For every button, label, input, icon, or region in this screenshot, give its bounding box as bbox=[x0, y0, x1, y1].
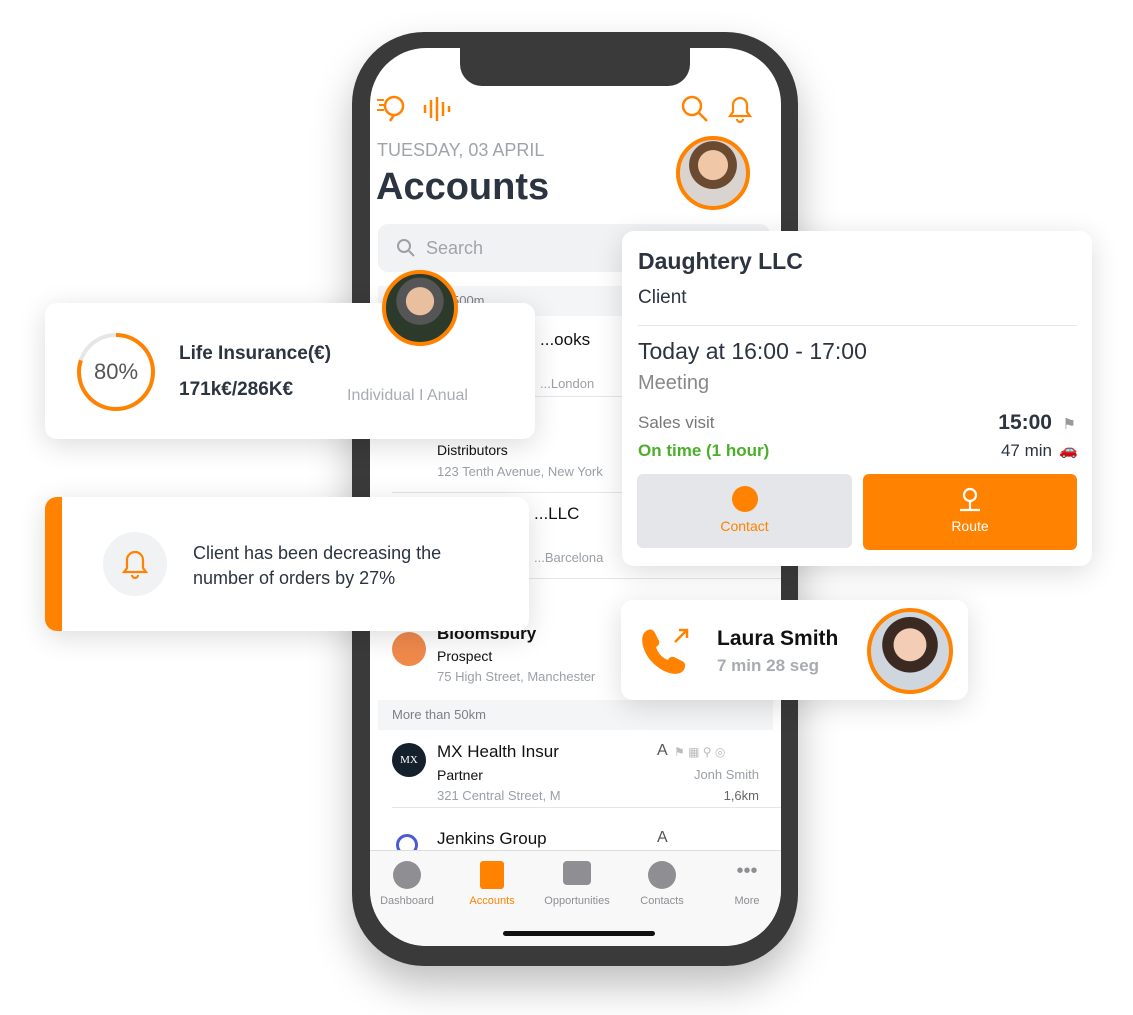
company-type: Client bbox=[638, 287, 687, 308]
tab-more[interactable]: ••• More bbox=[706, 861, 781, 907]
insurance-card[interactable]: 80% Life Insurance(€) 171k€/286K€ Indivi… bbox=[45, 303, 535, 439]
meeting-time: Today at 16:00 - 17:00 bbox=[638, 338, 867, 364]
caller-avatar bbox=[867, 608, 953, 694]
alert-text: Client has been decreasing the number of… bbox=[193, 543, 442, 588]
user-icon bbox=[731, 486, 758, 512]
home-indicator bbox=[503, 931, 655, 936]
route-button[interactable]: Route bbox=[863, 474, 1077, 550]
search-icon bbox=[397, 239, 415, 257]
accent-bar bbox=[45, 497, 62, 631]
account-type: Prospect bbox=[437, 648, 493, 664]
car-icon: 🚗 bbox=[1059, 442, 1078, 459]
tab-opportunities[interactable]: Opportunities bbox=[536, 861, 618, 907]
meeting-card[interactable]: Daughtery LLC Client Today at 16:00 - 17… bbox=[622, 231, 1092, 566]
account-address: 123 Tenth Avenue, New York bbox=[437, 464, 603, 479]
tab-bar: Dashboard Accounts Opportunities Contact… bbox=[370, 850, 781, 946]
page-title: Accounts bbox=[376, 166, 550, 208]
voice-icon[interactable] bbox=[422, 96, 452, 122]
account-type: Distributors bbox=[437, 442, 508, 458]
account-logo: MX bbox=[392, 743, 426, 777]
agent-avatar bbox=[382, 270, 458, 346]
caller-name: Laura Smith bbox=[717, 627, 839, 650]
tab-dashboard[interactable]: Dashboard bbox=[370, 861, 448, 907]
travel-time: 47 min bbox=[1000, 441, 1052, 460]
account-name[interactable]: MX Health Insur bbox=[437, 742, 559, 762]
account-address: ...Barcelona bbox=[534, 550, 604, 565]
tab-contacts[interactable]: Contacts bbox=[621, 861, 703, 907]
section-header: More than 50km bbox=[378, 700, 773, 730]
date-label: TUESDAY, 03 APRIL bbox=[377, 140, 545, 160]
briefcase-icon bbox=[563, 861, 591, 885]
map-pin-icon bbox=[960, 487, 980, 512]
user-avatar[interactable] bbox=[676, 136, 750, 210]
meeting-kind: Meeting bbox=[638, 372, 710, 394]
account-address: 75 High Street, Manchester bbox=[437, 669, 596, 684]
gauge-icon bbox=[393, 861, 421, 889]
account-name[interactable]: ...ooks bbox=[540, 330, 590, 350]
account-address: ...London bbox=[540, 376, 595, 391]
company-name: Daughtery LLC bbox=[638, 248, 803, 274]
tab-accounts[interactable]: Accounts bbox=[451, 861, 533, 907]
account-address: 321 Central Street, M bbox=[437, 788, 561, 803]
account-owner: Jonh Smith bbox=[693, 767, 759, 782]
insurance-amount: 171k€/286K€ bbox=[179, 379, 294, 400]
alert-card[interactable]: Client has been decreasing the number of… bbox=[45, 497, 529, 631]
more-icon: ••• bbox=[736, 860, 758, 882]
divider bbox=[392, 807, 781, 808]
eta-time: 15:00 bbox=[998, 411, 1052, 434]
meeting-status: On time (1 hour) bbox=[638, 441, 770, 460]
account-name[interactable]: ...LLC bbox=[534, 504, 579, 524]
insurance-title: Life Insurance(€) bbox=[179, 343, 332, 364]
status-icons: ⚑ ▦ ⚲ ◎ bbox=[674, 745, 726, 759]
outgoing-call-icon bbox=[642, 628, 689, 674]
notch bbox=[460, 48, 690, 86]
account-distance: 1,6km bbox=[723, 788, 759, 803]
call-duration: 7 min 28 seg bbox=[717, 656, 820, 675]
divider bbox=[638, 325, 1077, 326]
contact-button[interactable]: Contact bbox=[637, 474, 852, 548]
account-rating: A bbox=[657, 742, 668, 759]
account-name[interactable]: Jenkins Group bbox=[437, 829, 547, 849]
building-icon bbox=[480, 861, 504, 889]
logo-icon bbox=[377, 95, 405, 122]
account-type: Partner bbox=[437, 767, 483, 783]
flag-icon: ⚑ bbox=[1062, 416, 1076, 433]
search-icon[interactable] bbox=[680, 94, 710, 124]
user-icon bbox=[648, 861, 676, 889]
account-rating: A bbox=[657, 829, 668, 846]
insurance-sub: Individual I Anual bbox=[347, 387, 468, 404]
account-logo bbox=[392, 632, 426, 666]
bell-icon[interactable] bbox=[726, 94, 754, 124]
bell-icon bbox=[103, 532, 167, 596]
progress-label: 80% bbox=[93, 359, 139, 384]
meeting-purpose: Sales visit bbox=[638, 413, 715, 432]
